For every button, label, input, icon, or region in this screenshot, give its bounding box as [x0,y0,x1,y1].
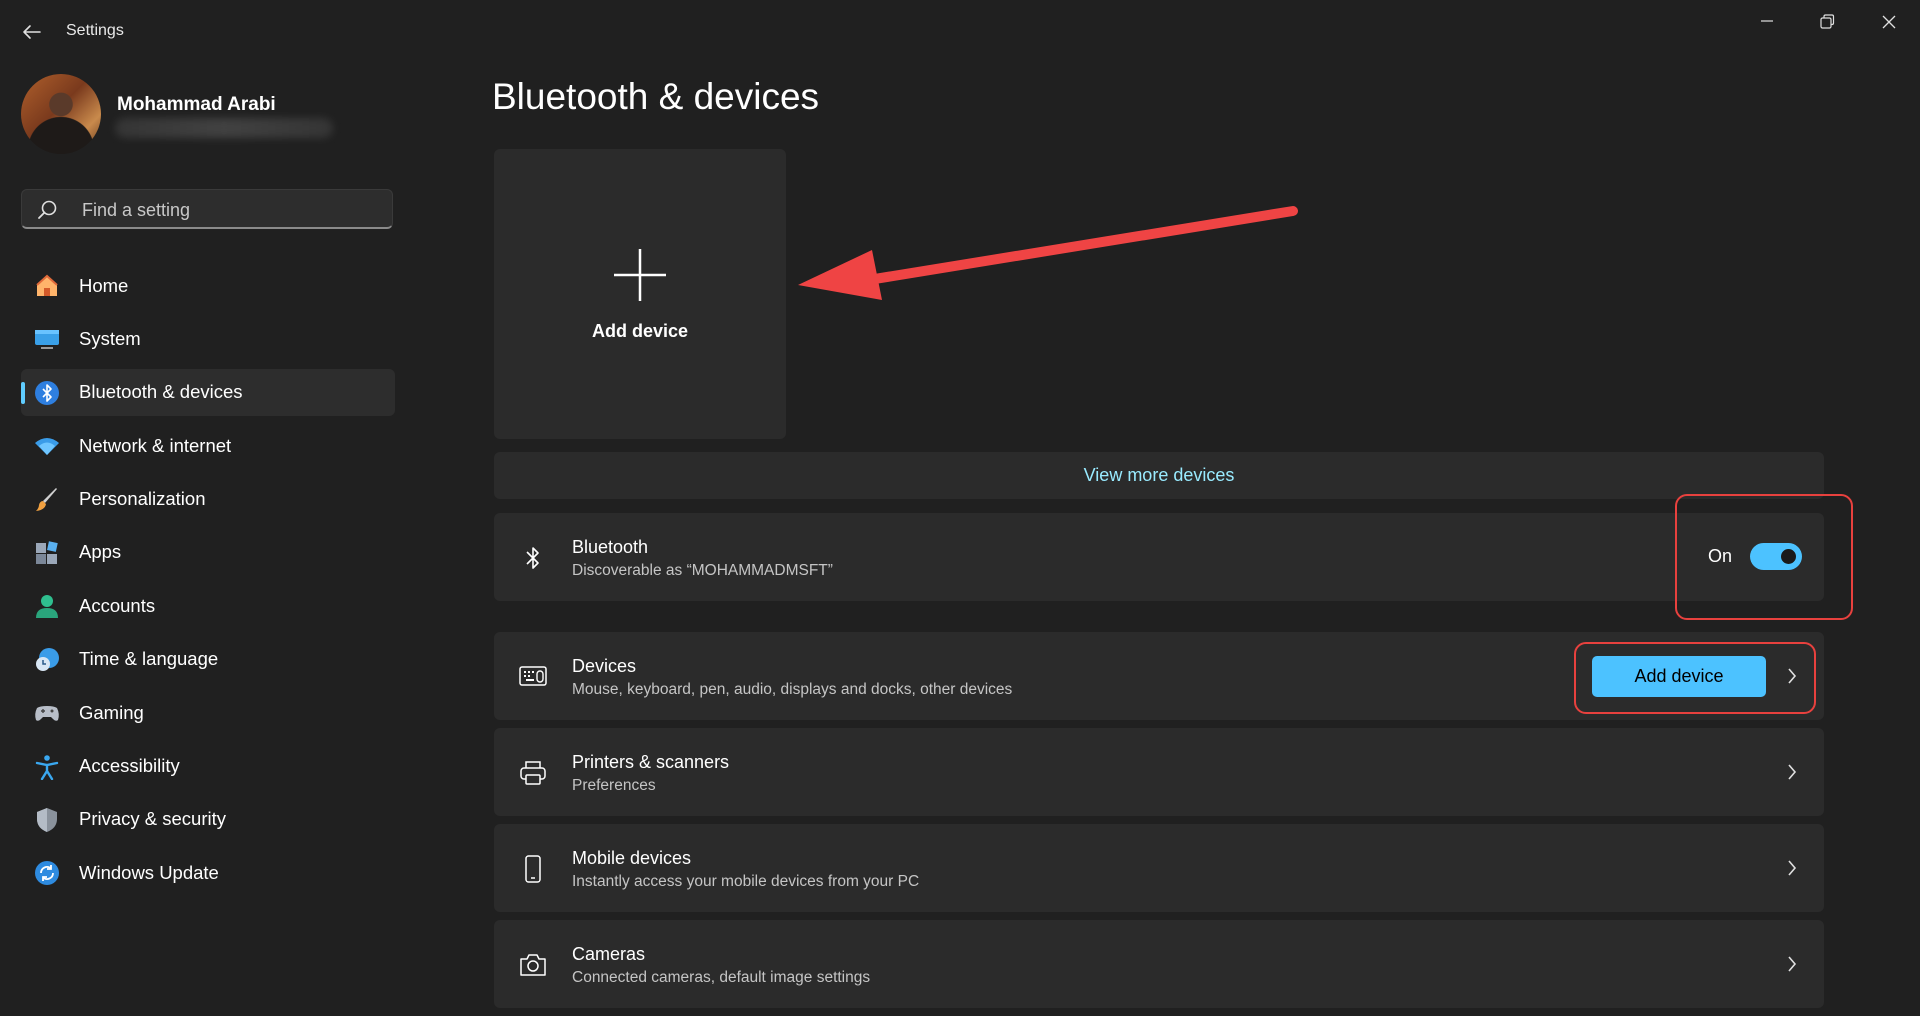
back-arrow-icon [23,25,41,39]
sidebar-item-label: Gaming [79,701,144,723]
chevron-right-icon [1788,764,1797,780]
back-button[interactable] [18,18,46,46]
devices-title: Devices [572,656,637,676]
globe-clock-icon [36,647,59,671]
sidebar-item-label: System [79,327,141,349]
app-title: Settings [66,22,124,39]
close-icon [1882,15,1896,29]
annotation-highlight-toggle [1675,494,1853,620]
restore-button[interactable] [1804,8,1850,36]
sidebar-item-label: Windows Update [79,861,219,883]
avatar[interactable] [21,74,101,154]
sidebar-item-label: Network & internet [79,434,232,456]
user-email-blurred [115,118,333,138]
search-icon [38,200,57,219]
chevron-right-icon [1788,860,1797,876]
bluetooth-icon [526,547,539,569]
devices-subtitle: Mouse, keyboard, pen, audio, displays an… [572,681,1013,698]
mobile-devices-card[interactable]: Mobile devices Instantly access your mob… [494,824,1824,912]
sidebar-item-label: Personalization [79,488,206,510]
sidebar-item-home[interactable]: Home [21,262,395,309]
printers-title: Printers & scanners [572,752,730,772]
sidebar-item-time-language[interactable]: Time & language [21,636,395,683]
sidebar-item-label: Time & language [79,648,219,670]
search-input[interactable] [80,190,384,230]
home-icon [36,274,58,296]
page-title: Bluetooth & devices [492,76,820,117]
sidebar-item-gaming[interactable]: Gaming [21,689,395,736]
search-box[interactable] [21,189,393,230]
mobile-title: Mobile devices [572,848,692,868]
sidebar-item-label: Home [79,274,129,296]
keyboard-devices-icon [519,666,547,686]
brush-icon [36,487,57,511]
printers-card[interactable]: Printers & scanners Preferences [494,728,1824,816]
sidebar-item-apps[interactable]: Apps [21,529,395,576]
plus-icon [614,249,666,301]
sidebar-item-network[interactable]: Network & internet [21,422,395,469]
sidebar-item-label: Accounts [79,594,156,616]
sidebar-item-system[interactable]: System [21,315,395,362]
sidebar-item-personalization[interactable]: Personalization [21,476,395,523]
sidebar-item-label: Bluetooth & devices [79,381,243,403]
sidebar-item-accessibility[interactable]: Accessibility [21,743,395,790]
bluetooth-card: Bluetooth Discoverable as “MOHAMMADMSFT”… [494,513,1824,601]
annotation-highlight-add-button [1574,642,1816,714]
system-icon [35,330,59,350]
add-device-tile-label: Add device [591,321,689,341]
mobile-subtitle: Instantly access your mobile devices fro… [572,873,920,890]
sidebar-nav: Home System Bluetooth & devices Network … [21,262,395,903]
title-bar: Settings [0,0,1920,62]
accessibility-icon [35,754,59,780]
bluetooth-title: Bluetooth [572,537,649,557]
sidebar-item-bluetooth[interactable]: Bluetooth & devices [21,368,395,416]
sidebar-item-label: Apps [79,541,122,563]
controller-icon [35,706,59,721]
bluetooth-subtitle: Discoverable as “MOHAMMADMSFT” [572,562,833,579]
apps-icon [36,541,58,564]
sidebar-item-label: Privacy & security [79,808,227,830]
view-more-devices-link[interactable]: View more devices [494,452,1824,499]
sidebar-item-privacy-security[interactable]: Privacy & security [21,796,395,843]
printer-icon [520,761,546,785]
update-icon [35,861,59,886]
restore-icon [1820,14,1835,29]
user-name: Mohammad Arabi [117,94,276,115]
sidebar-item-accounts[interactable]: Accounts [21,582,395,629]
person-icon [36,595,58,619]
bluetooth-icon [35,380,59,405]
minimize-icon [1761,20,1773,22]
annotation-arrow [798,206,1298,300]
chevron-right-icon [1788,956,1797,972]
cameras-subtitle: Connected cameras, default image setting… [572,969,871,986]
close-button[interactable] [1866,8,1912,36]
camera-icon [520,954,546,976]
add-device-tile[interactable]: Add device [494,149,786,439]
wifi-icon [35,438,59,456]
printers-subtitle: Preferences [572,777,656,794]
cameras-card[interactable]: Cameras Connected cameras, default image… [494,920,1824,1008]
sidebar-item-windows-update[interactable]: Windows Update [21,849,395,896]
cameras-title: Cameras [572,944,646,964]
sidebar-item-label: Accessibility [79,755,180,777]
minimize-button[interactable] [1744,8,1790,36]
shield-icon [37,807,57,832]
phone-icon [525,855,541,883]
